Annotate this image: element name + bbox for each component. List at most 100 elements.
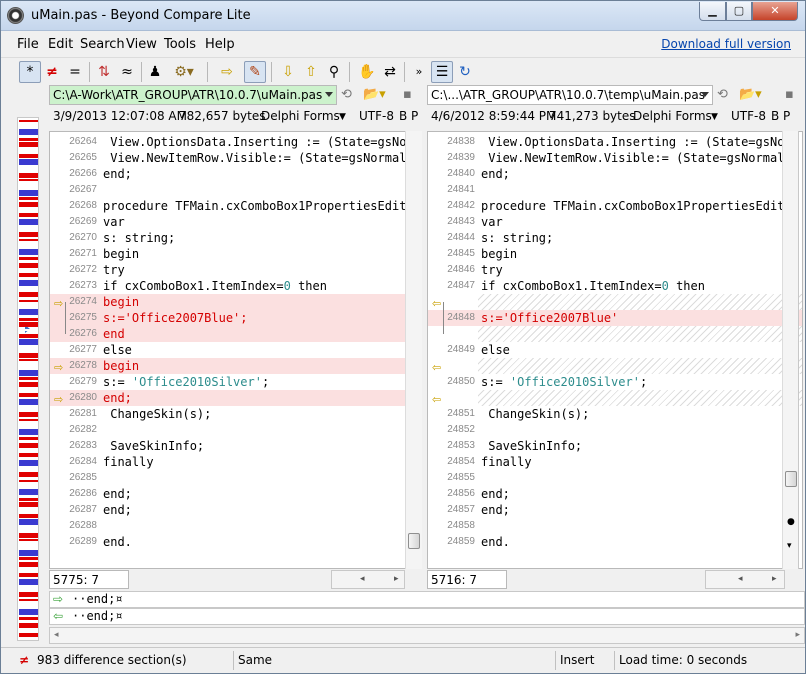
scroll-right-icon[interactable]: ▸ [795,630,800,640]
show-same-button[interactable]: = [64,61,86,83]
sync-button[interactable]: ✋ [356,61,378,83]
code-line[interactable]: 26267 [50,182,420,198]
code-line[interactable]: 26288 [50,518,420,534]
code-line[interactable]: 26271 begin [50,246,420,262]
right-refresh-icon[interactable]: ⟲ [717,87,728,102]
code-line[interactable]: 26287 end; [50,502,420,518]
left-refresh-icon[interactable]: ⟲ [341,87,352,102]
copy-to-right-button[interactable]: ⇨ [216,61,238,83]
left-path-input[interactable]: C:\A-Work\ATR_GROUP\ATR\10.0.7\uMain.pas [49,85,337,105]
code-line[interactable]: 26289 end. [50,534,420,550]
code-line[interactable]: 24857 end; [428,502,802,518]
scroll-left-icon[interactable]: ◂ [54,630,59,640]
code-line[interactable]: 24846 try [428,262,802,278]
code-line[interactable]: ⇨ 26274 begin [50,294,420,310]
code-line[interactable]: 26272 try [50,262,420,278]
chevron-down-icon[interactable]: ▼ [711,112,718,122]
left-format-select[interactable]: Delphi Forms [261,109,340,123]
download-full-version-link[interactable]: Download full version [661,37,791,51]
left-vertical-scrollbar[interactable] [405,131,422,569]
code-line[interactable]: 24843 var [428,214,802,230]
view-details-button[interactable]: ☰ [431,61,453,83]
code-line[interactable]: 24849 else [428,342,802,358]
right-encoding[interactable]: UTF-8 [731,109,766,123]
prev-diff-button[interactable]: ⇧ [300,61,322,83]
code-line[interactable]: 26264 View.OptionsData.Inserting := (Sta… [50,134,420,150]
code-line[interactable]: 24851 ChangeSkin(s); [428,406,802,422]
code-line[interactable]: 24848 s:='Office2007Blue' [428,310,802,326]
menu-tools[interactable]: Tools [164,37,196,52]
right-vertical-scrollbar[interactable]: ● ▾ [782,131,799,569]
rules-button[interactable]: ♟ [144,61,166,83]
maximize-button[interactable]: ▢ [726,2,752,21]
left-code-pane[interactable]: 26264 View.OptionsData.Inserting := (Sta… [49,131,421,569]
difference-thumbnail[interactable] [17,117,39,641]
chevron-down-icon[interactable]: ▼ [339,112,346,122]
code-line[interactable]: 26275 s:='Office2007Blue'; [50,310,420,326]
code-line[interactable]: 26285 [50,470,420,486]
right-code-pane[interactable]: 24838 View.OptionsData.Inserting := (Sta… [427,131,803,569]
code-line[interactable]: ⇨ 26280 end; [50,390,420,406]
right-format-select[interactable]: Delphi Forms [633,109,712,123]
code-line[interactable]: 24845 begin [428,246,802,262]
code-line[interactable]: 26283 SaveSkinInfo; [50,438,420,454]
menu-file[interactable]: File [17,37,39,52]
code-line[interactable]: 24855 [428,470,802,486]
menu-view[interactable]: View [126,37,157,52]
chevron-down-icon[interactable] [701,92,709,97]
left-encoding[interactable]: UTF-8 [359,109,394,123]
code-line[interactable]: 26276 end [50,326,420,342]
scroll-right-icon[interactable]: ▸ [394,574,399,584]
close-button[interactable]: ✕ [752,2,798,21]
code-line[interactable]: 26270 s: string; [50,230,420,246]
left-scroll-thumb[interactable] [408,533,420,549]
right-save-icon[interactable]: ▪ [785,87,794,102]
expand-button[interactable]: » [408,61,430,83]
minimize-button[interactable]: ▁ [699,2,726,21]
edit-button[interactable]: ✎ [244,61,266,83]
left-horizontal-scrollbar[interactable]: ◂ ▸ [331,570,405,589]
next-diff-button[interactable]: ⇩ [277,61,299,83]
code-line[interactable]: 24842 procedure TFMain.cxComboBox1Propert… [428,198,802,214]
swap-button[interactable]: ⇄ [379,61,401,83]
code-line[interactable]: ⇦ [428,294,802,310]
code-line[interactable]: 24859 end. [428,534,802,550]
line-preview-scrollbar[interactable]: ◂ ▸ [49,627,805,644]
menu-search[interactable]: Search [80,37,125,52]
find-button[interactable]: ⚲ [323,61,345,83]
code-line[interactable]: 26279 s:= 'Office2010Silver'; [50,374,420,390]
code-line[interactable]: 24841 [428,182,802,198]
code-line[interactable]: ⇦ [428,358,802,374]
code-line[interactable]: 26268 procedure TFMain.cxComboBox1Propert… [50,198,420,214]
code-line[interactable]: 26281 ChangeSkin(s); [50,406,420,422]
code-line[interactable]: 26266 end; [50,166,420,182]
code-line[interactable]: 26277 else [50,342,420,358]
right-open-folder-icon[interactable]: 📂▾ [739,87,762,102]
code-line[interactable]: 24847 if cxComboBox1.ItemIndex=0 then [428,278,802,294]
circle-icon[interactable]: ● [787,517,795,527]
code-line[interactable]: 24856 end; [428,486,802,502]
code-line[interactable]: 24840 end; [428,166,802,182]
code-line[interactable]: 24838 View.OptionsData.Inserting := (Sta… [428,134,802,150]
show-diffs-button[interactable]: ≠ [41,61,63,83]
code-line[interactable]: 24854 finally [428,454,802,470]
chevron-down-icon[interactable]: ▾ [787,541,792,551]
code-line[interactable]: 24839 View.NewItemRow.Visible:= (State=g… [428,150,802,166]
code-line[interactable]: 24850 s:= 'Office2010Silver'; [428,374,802,390]
code-line[interactable]: 26284 finally [50,454,420,470]
scroll-left-icon[interactable]: ◂ [360,574,365,584]
code-line[interactable]: 24853 SaveSkinInfo; [428,438,802,454]
code-line[interactable]: 24852 [428,422,802,438]
format-button[interactable]: ⚙▾ [168,61,200,83]
right-path-input[interactable]: C:\...\ATR_GROUP\ATR\10.0.7\temp\uMain.p… [427,85,713,105]
left-save-icon[interactable]: ▪ [403,87,412,102]
minor-button[interactable]: ≈ [116,61,138,83]
code-line[interactable]: ⇨ 26278 begin [50,358,420,374]
code-line[interactable]: 24858 [428,518,802,534]
right-scroll-thumb[interactable] [785,471,797,487]
menu-help[interactable]: Help [205,37,235,52]
code-line[interactable]: 26286 end; [50,486,420,502]
scroll-right-icon[interactable]: ▸ [772,574,777,584]
code-line[interactable]: 26265 View.NewItemRow.Visible:= (State=g… [50,150,420,166]
code-line[interactable]: 26269 var [50,214,420,230]
